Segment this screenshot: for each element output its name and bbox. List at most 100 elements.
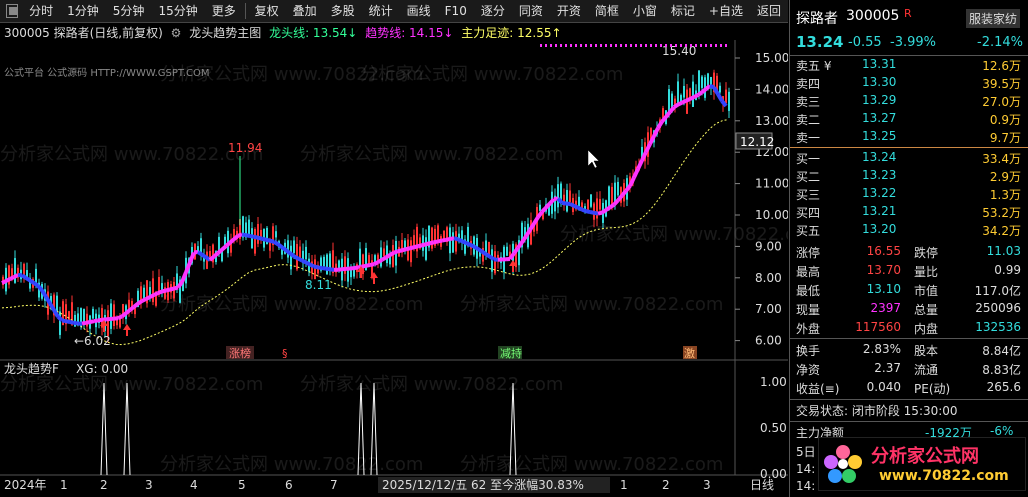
menu-icon[interactable] [6, 4, 19, 18]
trend-segment [484, 252, 492, 259]
candle-body [437, 225, 439, 242]
ask-row[interactable]: 卖三 13.29 27.0万 [790, 93, 1028, 111]
candle-body [701, 76, 703, 88]
industry-button[interactable]: 服装家纺 [966, 9, 1021, 28]
trend-segment [73, 320, 79, 326]
jiankuang-button[interactable]: 简框 [588, 0, 626, 22]
candle-body [305, 246, 307, 260]
candle-body [677, 81, 679, 106]
bid-row[interactable]: 买二 13.23 2.9万 [790, 168, 1028, 186]
small-window-button[interactable]: 小窗 [626, 0, 664, 22]
settings-icon[interactable]: ⚙ [171, 26, 182, 40]
tab-5min[interactable]: 5分钟 [106, 0, 152, 22]
trend-segment [89, 319, 95, 324]
trend-segment [325, 266, 331, 272]
price-tick: 11.00 [755, 177, 788, 191]
level-label: 卖三 [796, 95, 821, 109]
trend-segment [472, 244, 480, 251]
stat-value: 117.0亿 [974, 284, 1021, 298]
kline-chart[interactable]: 分析家公式网 www.70822.com 分析家公式网 www.70822.co… [0, 40, 788, 497]
trend-segment [305, 260, 311, 267]
add-watchlist-button[interactable]: +自选 [702, 0, 750, 22]
bid-row[interactable]: 买五 13.20 34.2万 [790, 222, 1028, 240]
time-tick: 2 [662, 478, 670, 492]
marker-dot [645, 44, 647, 47]
bid-row[interactable]: 买四 13.21 53.2万 [790, 204, 1028, 222]
price-axis: 15.0014.0013.0012.0011.0010.009.008.007.… [735, 51, 788, 348]
stat-row: 涨停 16.55 跌停 11.03 [790, 244, 1028, 262]
marker-dot [725, 44, 727, 47]
watermark-text: 分析家公式网 www.70822.com [160, 294, 423, 315]
candle-body [578, 196, 580, 207]
ask-row[interactable]: 卖四 13.30 39.5万 [790, 75, 1028, 93]
stat-key: 外盘 [796, 322, 821, 336]
trend-segment [700, 87, 708, 94]
trend-segment [329, 267, 335, 272]
marker-dot [640, 44, 642, 47]
draw-line-button[interactable]: 画线 [400, 0, 438, 22]
trend-segment [216, 248, 224, 255]
divider [790, 399, 1028, 400]
indicator-name[interactable]: 龙头趋势主图 [189, 26, 261, 40]
stats-button[interactable]: 统计 [362, 0, 400, 22]
trend-segment [9, 275, 15, 281]
trend-segment [677, 100, 683, 107]
back-button[interactable]: 返回 [750, 0, 788, 22]
marker-dot [610, 44, 612, 47]
ask-row[interactable]: 卖二 13.27 0.9万 [790, 111, 1028, 129]
trend-segment [196, 250, 204, 257]
candle-body [671, 93, 673, 108]
level-label: 卖四 [796, 77, 821, 91]
trend-segment [28, 278, 36, 285]
stat-key: 最低 [796, 284, 821, 298]
tongzi-button[interactable]: 同资 [512, 0, 550, 22]
price-tick: 13.00 [755, 114, 788, 128]
bid-row[interactable]: 买一 13.24 33.4万 [790, 150, 1028, 168]
candle-body [431, 227, 433, 249]
fuquan-button[interactable]: 复权 [248, 0, 286, 22]
multi-stock-button[interactable]: 多股 [324, 0, 362, 22]
trend-segment [69, 320, 75, 325]
quote-panel: 探路者 300005 R 服装家纺 13.24 -0.55 -3.99% -2.… [789, 0, 1028, 497]
overlay-button[interactable]: 叠加 [286, 0, 324, 22]
trend-segment [393, 249, 399, 255]
mark-button[interactable]: 标记 [664, 0, 702, 22]
f10-button[interactable]: F10 [438, 0, 474, 22]
tab-more[interactable]: 更多 [205, 0, 243, 22]
trend-segment [604, 205, 612, 212]
level-volume: 12.6万 [982, 59, 1021, 73]
candle-body [557, 184, 559, 208]
tab-fenshi[interactable]: 分时 [22, 0, 60, 22]
candle-body [452, 232, 454, 253]
bid-row[interactable]: 买三 13.22 1.3万 [790, 186, 1028, 204]
trend-segment [220, 244, 228, 252]
level-price: 13.25 [862, 129, 897, 143]
ask-row[interactable]: 卖一 13.25 9.7万 [790, 129, 1028, 147]
trend-segment [132, 302, 140, 309]
trend-segment [577, 205, 583, 212]
zhufen-button[interactable]: 逐分 [474, 0, 512, 22]
stat-value: 8.84亿 [982, 344, 1021, 358]
trend-segment [301, 258, 307, 265]
sub-tick: 1.00 [760, 375, 787, 389]
trend-segment [85, 320, 91, 325]
trend-segment [321, 266, 327, 271]
candle-body [725, 89, 727, 104]
trend-segment [317, 265, 323, 271]
chart-legend: 300005 探路者(日线,前复权) ⚙ 龙头趋势主图 龙头线: 13.54↓ … [0, 24, 566, 40]
status-row: 交易状态: 闭市阶段 15:30:00 [790, 402, 1028, 420]
ask-row[interactable]: 卖五 ¥ 13.31 12.6万 [790, 57, 1028, 75]
trend-segment [457, 237, 463, 243]
trend-segment [165, 287, 171, 293]
time-tick: 3 [145, 478, 153, 492]
trend-segment [128, 305, 136, 312]
tab-1min[interactable]: 1分钟 [60, 0, 106, 22]
event-tags: 涨榜 § 减持 激 [226, 346, 697, 360]
kaizi-button[interactable]: 开资 [550, 0, 588, 22]
tab-15min[interactable]: 15分钟 [151, 0, 204, 22]
stat-key: 流通 [914, 363, 939, 377]
stock-code: 300005 [846, 8, 900, 24]
time-tick: 5 [238, 478, 246, 492]
marker-dot [650, 44, 652, 47]
level-volume: 27.0万 [982, 95, 1021, 109]
